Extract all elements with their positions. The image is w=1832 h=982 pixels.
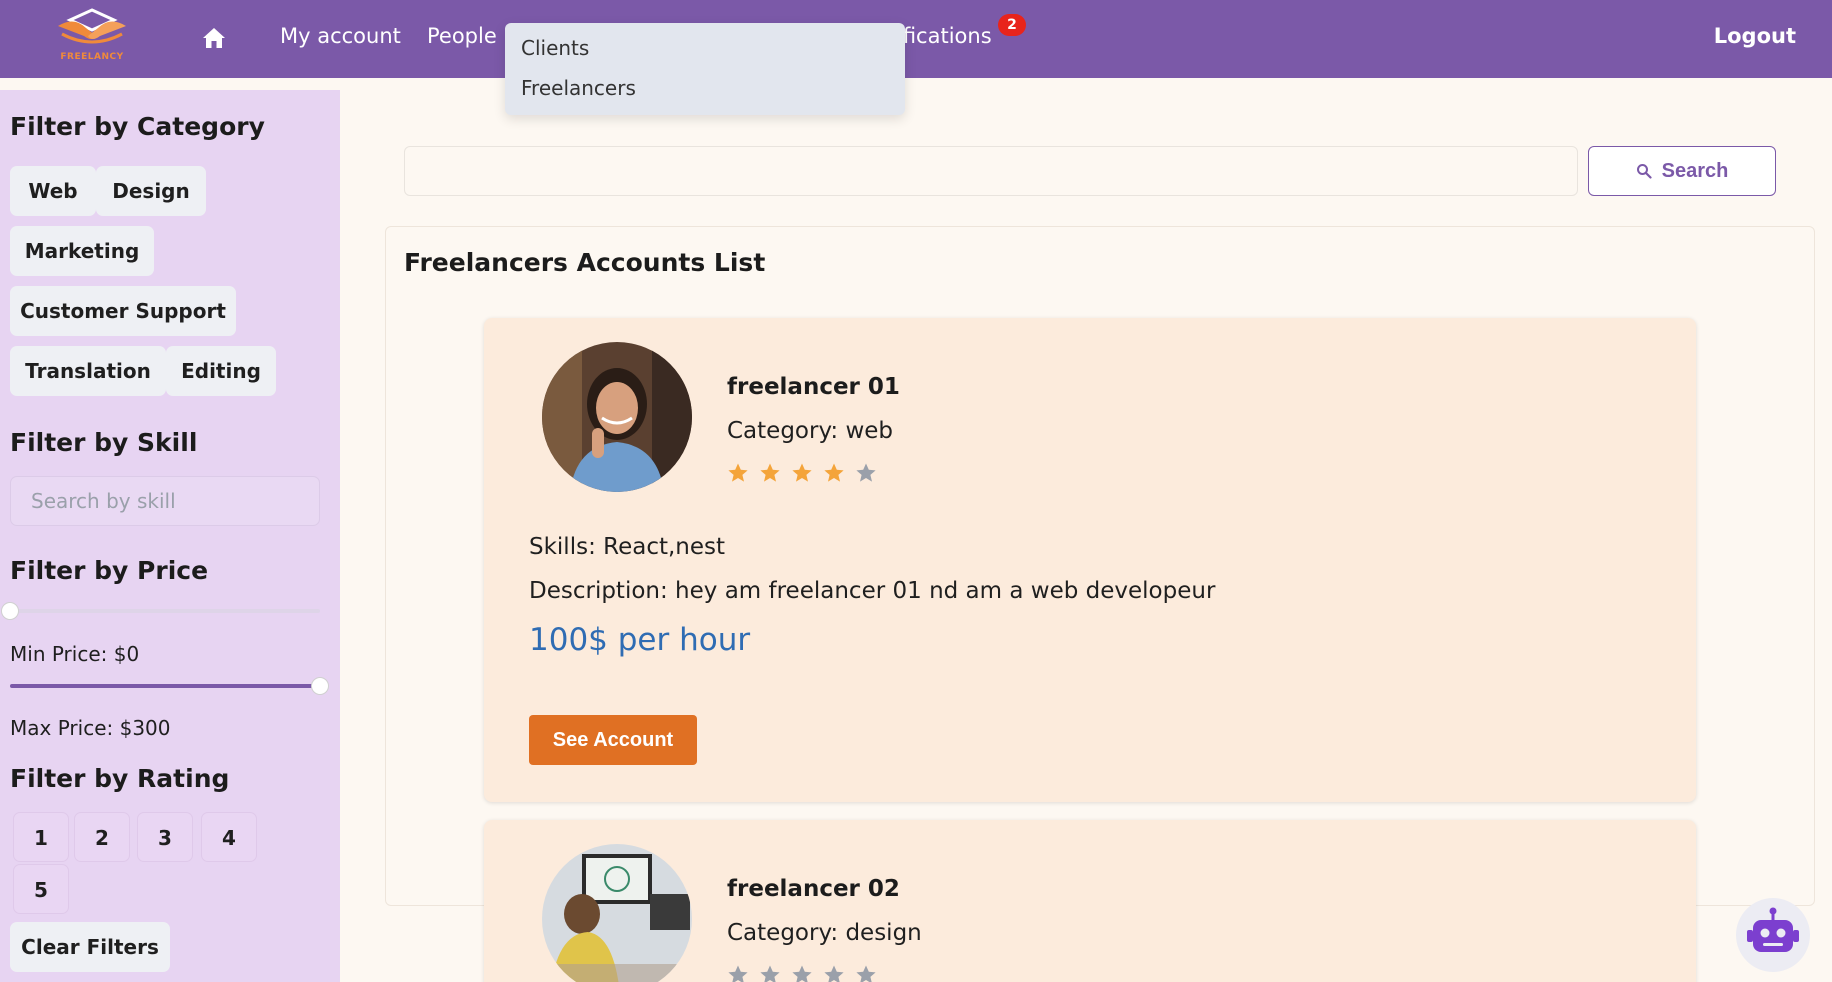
freelancer-name: freelancer 02 [727,876,900,902]
category-chip-translation[interactable]: Translation [10,346,166,396]
notification-count-badge: 2 [998,14,1026,36]
min-price-slider-track[interactable] [10,609,320,613]
freelancer-card: freelancer 02 Category: design [484,820,1696,982]
clear-filters-button[interactable]: Clear Filters [10,922,170,972]
rating-filter-heading: Filter by Rating [10,764,230,793]
top-navbar: FREELANCY My account People ifications 2… [0,0,1832,78]
skill-filter-heading: Filter by Skill [10,428,198,457]
freelancers-list-title: Freelancers Accounts List [404,248,766,277]
rating-chip-1[interactable]: 1 [13,812,69,862]
min-price-label: Min Price: $0 [10,642,140,666]
freelancer-card: freelancer 01 Category: web Skills: Reac… [484,318,1696,802]
freelancer-rating-stars [727,462,887,488]
max-price-label: Max Price: $300 [10,716,171,740]
main-search-input[interactable] [404,146,1578,196]
freelancer-avatar [542,342,692,492]
dropdown-item-freelancers[interactable]: Freelancers [521,76,636,100]
rating-chip-4[interactable]: 4 [201,812,257,862]
category-chip-web[interactable]: Web [10,166,96,216]
robot-icon [1747,907,1799,952]
freelancer-name: freelancer 01 [727,374,900,400]
home-icon[interactable] [202,27,226,49]
handshake-logo-icon [58,8,126,44]
category-chip-editing[interactable]: Editing [166,346,276,396]
freelancer-price: 100$ per hour [529,622,751,658]
star-icon [727,462,749,484]
category-filter-heading: Filter by Category [10,112,265,141]
dropdown-item-clients[interactable]: Clients [521,36,589,60]
star-icon [759,964,781,982]
skill-search-input[interactable] [10,476,320,526]
filter-sidebar: Filter by Category Web Design Marketing … [0,90,340,982]
rating-chip-5[interactable]: 5 [13,864,69,914]
category-chip-customer-support[interactable]: Customer Support [10,286,236,336]
min-price-slider-thumb[interactable] [1,602,19,620]
freelancy-logo[interactable]: FREELANCY [52,6,132,66]
nav-my-account[interactable]: My account [280,24,401,48]
star-icon [727,964,749,982]
nav-people[interactable]: People [427,24,497,48]
star-icon [855,964,877,982]
freelancer-rating-stars [727,964,887,982]
max-price-slider-thumb[interactable] [311,677,329,695]
freelancer-category: Category: web [727,418,894,444]
freelancer-category: Category: design [727,920,922,946]
logout-link[interactable]: Logout [1714,24,1796,48]
category-chip-design[interactable]: Design [96,166,206,216]
price-filter-heading: Filter by Price [10,556,209,585]
freelancer-avatar [542,844,692,982]
rating-chip-3[interactable]: 3 [137,812,193,862]
freelancer-description: Description: hey am freelancer 01 nd am … [529,578,1216,604]
nav-notifications[interactable]: ifications [897,24,992,48]
rating-chip-2[interactable]: 2 [74,812,130,862]
see-account-button[interactable]: See Account [529,715,697,765]
star-icon [791,462,813,484]
search-button[interactable]: Search [1588,146,1776,196]
star-icon [759,462,781,484]
star-icon [823,462,845,484]
max-price-slider-track[interactable] [10,684,320,688]
logo-text: FREELANCY [60,52,124,62]
freelancer-skills: Skills: React,nest [529,534,726,560]
search-button-label: Search [1661,159,1729,182]
chatbot-button[interactable] [1736,898,1810,972]
people-dropdown-menu: Clients Freelancers [505,23,905,115]
star-icon [855,462,877,484]
star-icon [823,964,845,982]
star-icon [791,964,813,982]
search-icon [1636,163,1652,179]
category-chip-marketing[interactable]: Marketing [10,226,154,276]
